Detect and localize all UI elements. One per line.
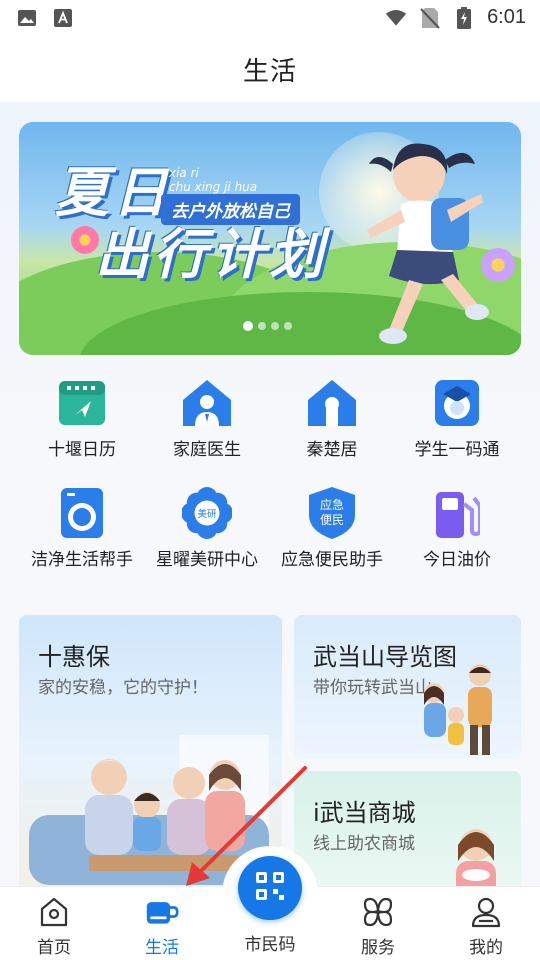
banner-title-line1: 夏日 <box>55 161 171 224</box>
tab-label: 市民码 <box>244 935 296 955</box>
status-bar: 6:01 <box>0 0 540 36</box>
svg-text:美研: 美研 <box>197 508 217 520</box>
tab-citizen-code[interactable] <box>238 856 302 920</box>
image-icon <box>16 8 38 28</box>
service-fuel-price[interactable]: 今日油价 <box>387 488 527 578</box>
fuel-pump-icon <box>432 488 482 538</box>
shopping-girl-illustration <box>456 829 496 886</box>
wifi-icon <box>385 8 407 28</box>
qr-code-icon <box>254 870 286 906</box>
service-label: 家庭医生 <box>173 440 241 460</box>
service-label: 洁净生活帮手 <box>31 550 133 570</box>
beauty-flower-icon: 美研 <box>182 487 232 539</box>
banner-tag: 去户外放松自己 <box>161 194 300 225</box>
tab-label: 生活 <box>145 938 179 958</box>
no-sim-icon <box>419 7 441 29</box>
promo-banner[interactable]: 夏日 出行计划 xia ri chu xing ji hua 去户外放松自己 <box>19 122 521 355</box>
emergency-shield-icon: 应急 便民 <box>307 487 357 539</box>
pagination-dot[interactable] <box>271 322 279 330</box>
card-wudang-mall[interactable]: i武当商城 线上助农商城 <box>294 771 521 886</box>
tab-services[interactable]: 服务 <box>338 895 418 958</box>
tab-profile[interactable]: 我的 <box>446 895 526 958</box>
service-label: 星曜美研中心 <box>156 550 258 570</box>
tab-label: 服务 <box>361 938 395 958</box>
pagination-dot[interactable] <box>258 322 266 330</box>
tab-life[interactable]: 生活 <box>122 895 202 958</box>
family-travel-illustration <box>424 664 492 755</box>
banner-title-line2: 出行计划 <box>95 223 327 286</box>
service-family-doctor[interactable]: 家庭医生 <box>137 378 277 468</box>
card-title: i武当商城 <box>313 799 416 827</box>
header: 生活 <box>0 36 540 102</box>
pagination-dot[interactable] <box>243 321 253 331</box>
service-label: 学生一码通 <box>414 440 500 460</box>
banner-pinyin-line2: chu xing ji hua <box>169 180 258 194</box>
svg-text:便民: 便民 <box>320 513 344 527</box>
banner-pinyin: xia ri chu xing ji hua <box>169 166 257 194</box>
services-grid-icon <box>361 895 395 929</box>
cup-icon <box>145 895 179 929</box>
washing-machine-icon <box>57 488 107 538</box>
card-subtitle: 线上助农商城 <box>313 834 415 854</box>
service-label: 应急便民助手 <box>281 550 383 570</box>
main-content[interactable]: 夏日 出行计划 xia ri chu xing ji hua 去户外放松自己 十… <box>0 102 540 886</box>
banner-pagination[interactable] <box>243 321 292 331</box>
card-subtitle: 家的安稳，它的守护！ <box>38 678 208 698</box>
service-qinchuju[interactable]: 秦楚居 <box>262 378 402 468</box>
profile-icon <box>469 895 503 929</box>
banner-pinyin-line1: xia ri <box>169 166 199 180</box>
pagination-dot[interactable] <box>284 322 292 330</box>
service-clean-life[interactable]: 洁净生活帮手 <box>12 488 152 578</box>
card-shihuibao[interactable]: 十惠保 家的安稳，它的守护！ <box>19 615 282 886</box>
page-title: 生活 <box>242 56 297 87</box>
tab-label: 我的 <box>469 938 503 958</box>
card-title: 十惠保 <box>38 643 110 671</box>
house-keyhole-icon <box>307 378 357 428</box>
font-icon <box>52 8 74 28</box>
card-wudang-map[interactable]: 武当山导览图 带你玩转武当山 <box>294 615 521 759</box>
running-girl-illustration <box>367 143 489 344</box>
tab-label: 首页 <box>37 938 71 958</box>
service-label: 秦楚居 <box>306 440 358 460</box>
service-calendar[interactable]: 十堰日历 <box>12 378 152 468</box>
service-label: 十堰日历 <box>48 440 116 460</box>
svg-text:应急: 应急 <box>320 497 344 512</box>
tab-home[interactable]: 首页 <box>14 895 94 958</box>
doctor-icon <box>182 378 232 428</box>
calendar-icon <box>57 378 107 428</box>
home-icon <box>37 895 71 929</box>
service-label: 今日油价 <box>423 550 491 570</box>
service-emergency[interactable]: 应急 便民 应急便民助手 <box>262 487 402 578</box>
battery-icon <box>453 6 475 29</box>
service-beauty-center[interactable]: 美研 星曜美研中心 <box>137 487 277 578</box>
service-student-code[interactable]: 学生一码通 <box>387 378 527 468</box>
clock: 6:01 <box>487 6 526 28</box>
student-code-icon <box>432 378 482 428</box>
